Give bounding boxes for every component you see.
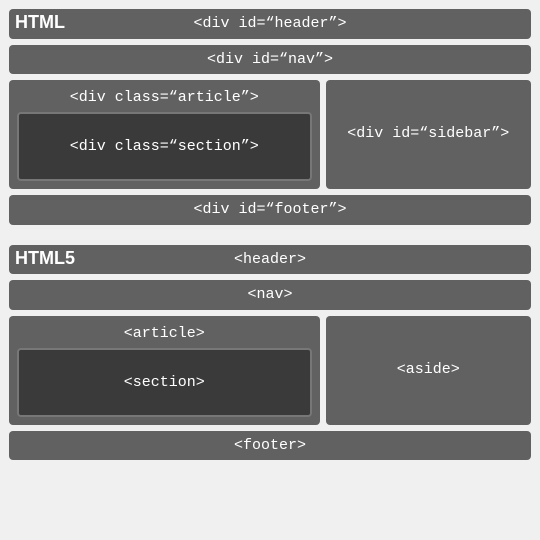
html4-group: HTML <div id=“header”> <div id=“nav”> <d… (9, 9, 531, 225)
html5-header-block: HTML5 <header> (9, 245, 531, 275)
html4-footer-block: <div id=“footer”> (9, 195, 531, 225)
html5-header-label: <header> (234, 251, 306, 268)
html5-section-label: <section> (124, 374, 205, 391)
html4-article-label: <div class=“article”> (17, 86, 312, 112)
html5-footer-label: <footer> (234, 437, 306, 454)
html5-mid-row: <article> <section> <aside> (9, 316, 531, 425)
html4-mid-row: <div class=“article”> <div class=“sectio… (9, 80, 531, 189)
html4-title: HTML (15, 11, 65, 34)
html5-aside-label: <aside> (334, 361, 523, 378)
html4-nav-label: <div id=“nav”> (207, 51, 333, 68)
html5-aside-block: <aside> (326, 316, 531, 425)
html4-header-label: <div id=“header”> (193, 15, 346, 32)
html4-section-label: <div class=“section”> (70, 138, 259, 155)
html4-footer-label: <div id=“footer”> (193, 201, 346, 218)
html5-group: HTML5 <header> <nav> <article> <section>… (9, 245, 531, 461)
html4-header-block: HTML <div id=“header”> (9, 9, 531, 39)
html5-section-block: <section> (17, 348, 312, 417)
html4-section-block: <div class=“section”> (17, 112, 312, 181)
html5-footer-block: <footer> (9, 431, 531, 461)
html5-article-block: <article> <section> (9, 316, 320, 425)
html5-nav-block: <nav> (9, 280, 531, 310)
html4-sidebar-label: <div id=“sidebar”> (334, 125, 523, 142)
html4-sidebar-block: <div id=“sidebar”> (326, 80, 531, 189)
html4-nav-block: <div id=“nav”> (9, 45, 531, 75)
html5-title: HTML5 (15, 247, 75, 270)
html5-nav-label: <nav> (247, 286, 292, 303)
html4-article-block: <div class=“article”> <div class=“sectio… (9, 80, 320, 189)
html5-article-label: <article> (17, 322, 312, 348)
